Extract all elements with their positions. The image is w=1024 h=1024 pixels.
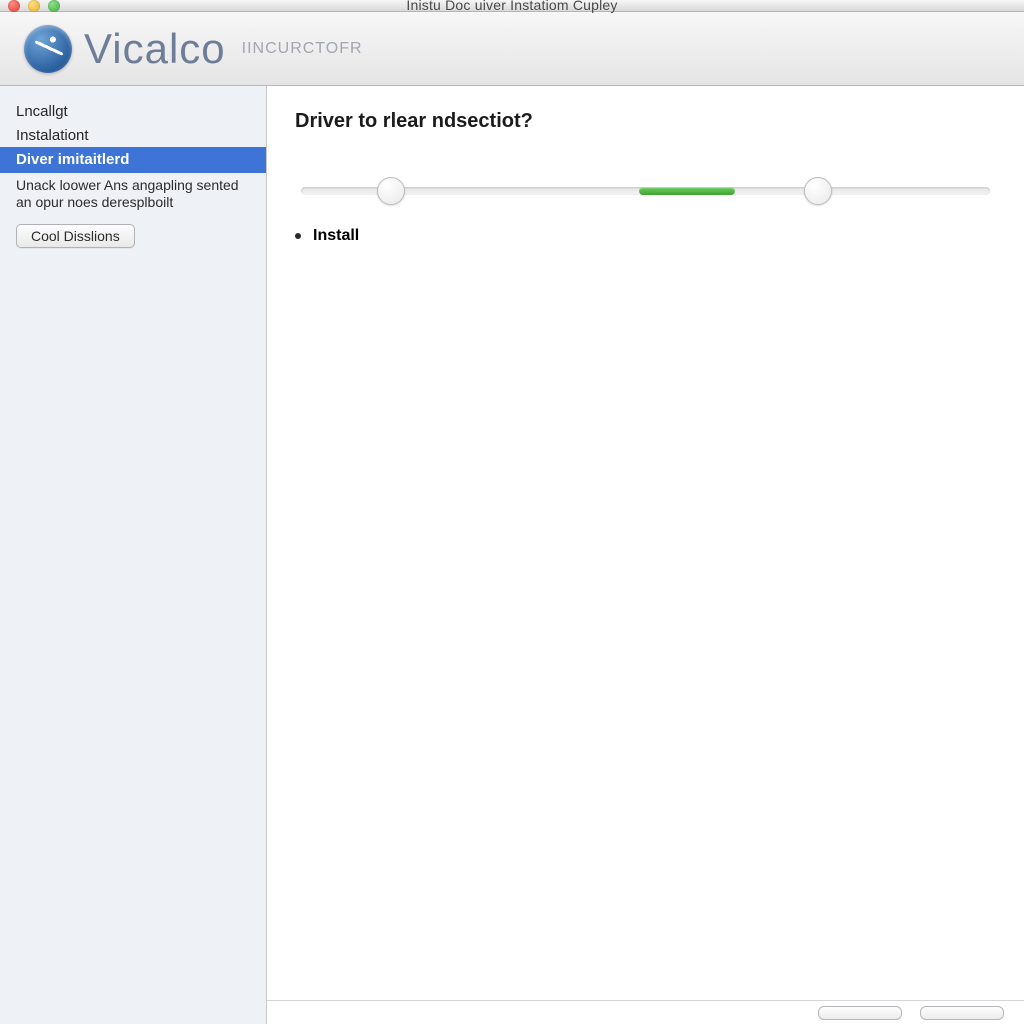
page-title: Driver to rlear ndsectiot? — [295, 110, 996, 133]
progress-fill — [639, 187, 735, 195]
footer-button-2[interactable] — [920, 1006, 1004, 1020]
app-logo-icon — [24, 25, 72, 73]
footer-button-1[interactable] — [818, 1006, 902, 1020]
sidebar-action-button[interactable]: Cool Disslions — [16, 224, 135, 248]
main-panel: Driver to rlear ndsectiot? Install — [267, 86, 1024, 1024]
window-title: Inistu Doc uiver Instatiom Cupley — [0, 0, 1024, 13]
sidebar: Lncallgt Instalationt Diver imitaitlerd … — [0, 86, 267, 1024]
footer-bar — [267, 1000, 1024, 1024]
sidebar-note: Unack loower Ans angapling sented an opu… — [0, 173, 266, 222]
current-step: Install — [295, 227, 996, 245]
progress-knob-2[interactable] — [804, 177, 832, 205]
sidebar-item-2[interactable]: Diver imitaitlerd — [0, 147, 266, 173]
progress-bar — [301, 175, 990, 205]
app-header: Vicalco IINCURCTOFR — [0, 12, 1024, 86]
sidebar-item-0[interactable]: Lncallgt — [0, 100, 266, 124]
content-area: Lncallgt Instalationt Diver imitaitlerd … — [0, 86, 1024, 1024]
step-label: Install — [313, 227, 359, 245]
bullet-icon — [295, 233, 301, 239]
sidebar-item-1[interactable]: Instalationt — [0, 124, 266, 148]
brand-name: Vicalco — [84, 25, 226, 73]
progress-knob-1[interactable] — [377, 177, 405, 205]
window-titlebar: Inistu Doc uiver Instatiom Cupley — [0, 0, 1024, 12]
brand-subtitle: IINCURCTOFR — [242, 40, 363, 58]
